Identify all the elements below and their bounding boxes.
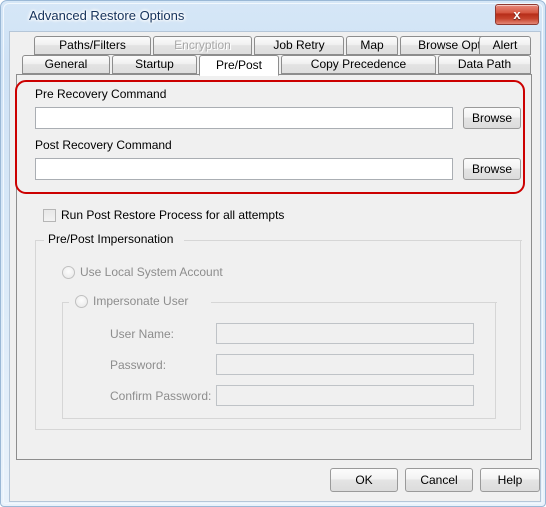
impersonation-group-label: Pre/Post Impersonation bbox=[45, 233, 177, 246]
password-input[interactable] bbox=[216, 354, 474, 375]
impersonate-user-group-top-right-line bbox=[211, 302, 497, 303]
tab-copy-precedence[interactable]: Copy Precedence bbox=[281, 55, 436, 74]
pre-recovery-browse-button[interactable]: Browse bbox=[463, 107, 521, 129]
close-icon: x bbox=[513, 7, 521, 22]
tab-map[interactable]: Map bbox=[346, 36, 398, 55]
use-local-system-account-label: Use Local System Account bbox=[80, 265, 223, 279]
tab-pre-post[interactable]: Pre/Post bbox=[199, 55, 279, 76]
user-name-label: User Name: bbox=[110, 327, 175, 341]
run-post-restore-label: Run Post Restore Process for all attempt… bbox=[61, 208, 285, 222]
dialog-client-area: Paths/Filters Encryption Job Retry Map B… bbox=[9, 31, 541, 502]
window-title: Advanced Restore Options bbox=[29, 8, 185, 23]
tab-data-path[interactable]: Data Path bbox=[438, 55, 531, 74]
tab-general[interactable]: General bbox=[22, 55, 110, 74]
impersonate-user-label: Impersonate User bbox=[93, 294, 189, 308]
run-post-restore-checkbox[interactable] bbox=[43, 209, 56, 222]
confirm-password-label: Confirm Password: bbox=[110, 389, 212, 403]
tab-alert[interactable]: Alert bbox=[479, 36, 531, 55]
close-button[interactable]: x bbox=[495, 4, 539, 25]
impersonate-user-group: Impersonate User User Name: Password: Co… bbox=[62, 294, 497, 419]
password-label: Password: bbox=[110, 358, 167, 372]
post-recovery-browse-button[interactable]: Browse bbox=[463, 158, 521, 180]
pre-recovery-command-label: Pre Recovery Command bbox=[35, 87, 167, 101]
impersonate-user-group-top-left-line bbox=[63, 302, 69, 303]
impersonation-group: Pre/Post Impersonation Use Local System … bbox=[35, 233, 522, 430]
use-local-system-account-radio[interactable] bbox=[62, 266, 75, 279]
post-recovery-command-input[interactable] bbox=[35, 158, 453, 180]
tab-encryption: Encryption bbox=[153, 36, 252, 55]
tab-paths-filters[interactable]: Paths/Filters bbox=[34, 36, 151, 55]
ok-button[interactable]: OK bbox=[330, 468, 398, 492]
title-bar: Advanced Restore Options x bbox=[1, 1, 546, 31]
dialog-window: Advanced Restore Options x Paths/Filters… bbox=[0, 0, 546, 507]
tab-job-retry[interactable]: Job Retry bbox=[254, 36, 344, 55]
cancel-button[interactable]: Cancel bbox=[405, 468, 473, 492]
tab-startup[interactable]: Startup bbox=[112, 55, 197, 74]
impersonation-group-top-left-line bbox=[36, 240, 44, 241]
pre-recovery-command-input[interactable] bbox=[35, 107, 453, 129]
post-recovery-command-label: Post Recovery Command bbox=[35, 138, 172, 152]
impersonation-group-top-right-line bbox=[184, 240, 522, 241]
user-name-input[interactable] bbox=[216, 323, 474, 344]
tab-panel-pre-post: Pre Recovery Command Browse Post Recover… bbox=[16, 74, 532, 460]
tab-control: Paths/Filters Encryption Job Retry Map B… bbox=[16, 36, 532, 460]
confirm-password-input[interactable] bbox=[216, 385, 474, 406]
help-button[interactable]: Help bbox=[480, 468, 540, 492]
impersonate-user-radio[interactable] bbox=[75, 295, 88, 308]
